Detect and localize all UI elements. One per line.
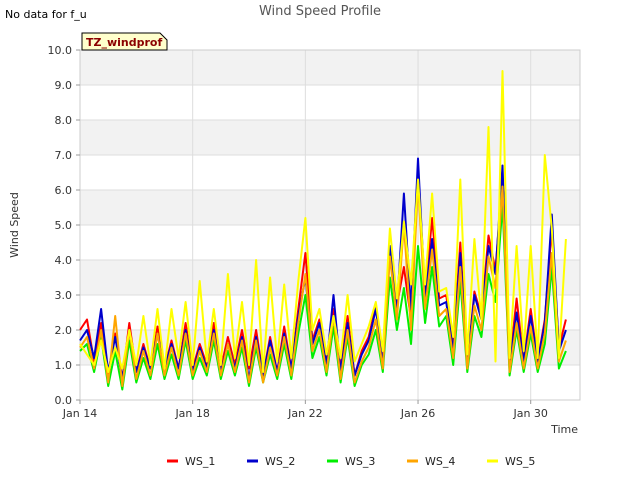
- legend-label-ws_1: WS_1: [185, 455, 215, 468]
- legend-label-ws_3: WS_3: [345, 455, 375, 468]
- legend-label-ws_5: WS_5: [505, 455, 535, 468]
- y-tick-label: 1.0: [55, 359, 73, 372]
- y-axis-ticks: 0.0 1.0 2.0 3.0 4.0 5.0 6.0 7.0 8.0 9.0 10.0: [48, 44, 80, 407]
- x-tick-label: Jan 26: [400, 407, 435, 420]
- legend: WS_1 WS_2 WS_3 WS_4 WS_5: [167, 455, 535, 468]
- x-tick-label: Jan 30: [512, 407, 547, 420]
- x-tick-label: Jan 14: [62, 407, 97, 420]
- y-tick-label: 5.0: [55, 219, 73, 232]
- chart-container: No data for f_u Wind Speed Profile 0.0 1.…: [0, 0, 640, 480]
- x-axis-ticks: Jan 14 Jan 18 Jan 22 Jan 26 Jan 30: [62, 400, 548, 420]
- y-tick-label: 2.0: [55, 324, 73, 337]
- y-tick-label: 7.0: [55, 149, 73, 162]
- x-axis-label: Time: [550, 423, 578, 436]
- plot-band: [80, 50, 580, 85]
- status-text: No data for f_u: [5, 8, 87, 21]
- y-axis-label: Wind Speed: [8, 192, 21, 258]
- y-tick-label: 9.0: [55, 79, 73, 92]
- badge: TZ_windprof: [81, 32, 168, 51]
- y-tick-label: 6.0: [55, 184, 73, 197]
- y-tick-label: 10.0: [48, 44, 73, 57]
- y-tick-label: 0.0: [55, 394, 73, 407]
- legend-label-ws_2: WS_2: [265, 455, 295, 468]
- x-tick-label: Jan 18: [174, 407, 209, 420]
- y-tick-label: 4.0: [55, 254, 73, 267]
- y-tick-label: 8.0: [55, 114, 73, 127]
- chart-svg: No data for f_u Wind Speed Profile 0.0 1.…: [5, 4, 581, 468]
- badge-label: TZ_windprof: [86, 36, 162, 49]
- x-tick-label: Jan 22: [287, 407, 322, 420]
- chart-title: Wind Speed Profile: [259, 4, 381, 19]
- legend-label-ws_4: WS_4: [425, 455, 455, 468]
- y-tick-label: 3.0: [55, 289, 73, 302]
